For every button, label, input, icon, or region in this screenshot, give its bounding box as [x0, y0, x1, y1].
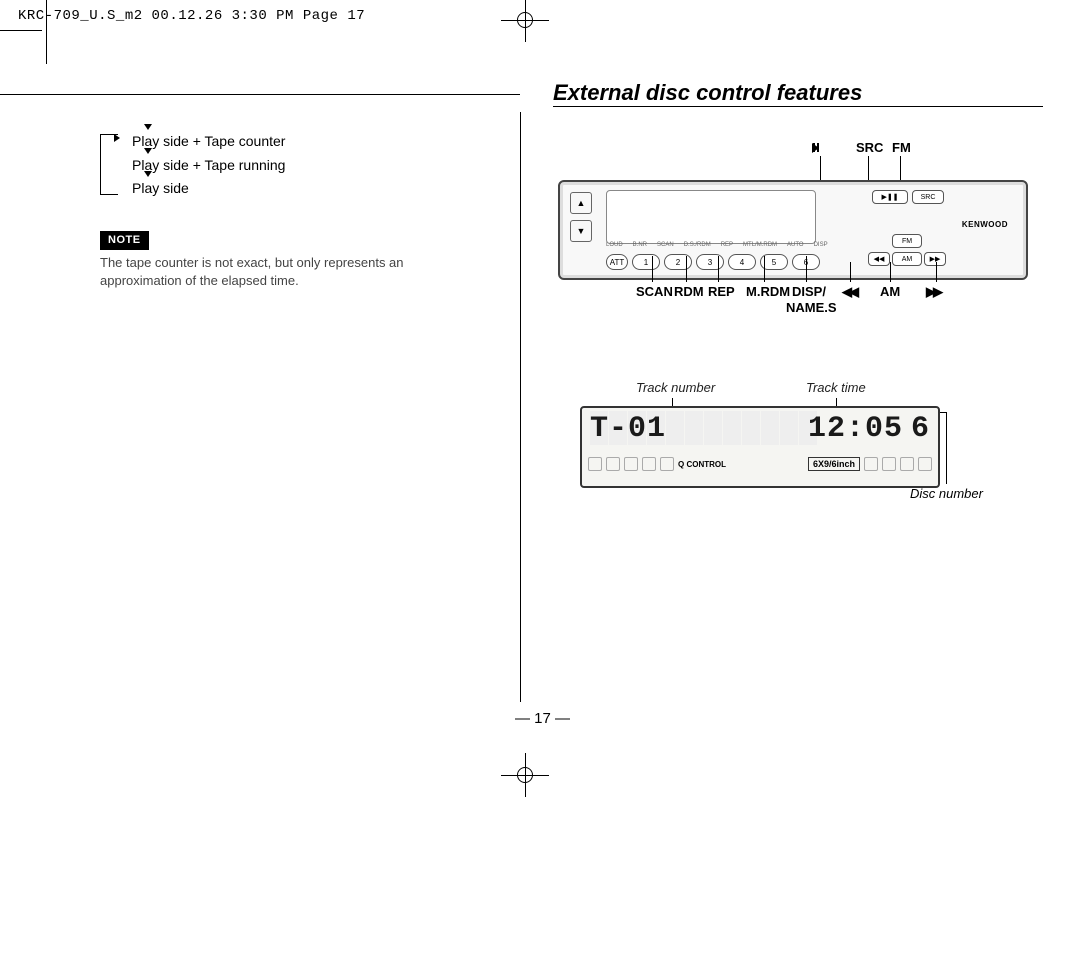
cycle-diagram: Play side + Tape counter Play side + Tap…: [100, 130, 480, 201]
track-number-value: T-01: [590, 412, 666, 446]
disc-number-label: Disc number: [910, 486, 983, 501]
indicator-icon: [882, 457, 896, 471]
cycle-item: Play side + Tape counter: [126, 130, 480, 154]
indicator-icon: [900, 457, 914, 471]
note-badge: NOTE: [100, 231, 149, 250]
down-button-icon: ▼: [570, 220, 592, 242]
q-control-label: Q CONTROL: [678, 460, 726, 469]
doc-header: KRC-709_U.S_m2 00.12.26 3:30 PM Page 17: [18, 8, 365, 24]
track-time-label: Track time: [806, 380, 866, 395]
preset-button: 2: [664, 254, 692, 270]
indicator-icon: [624, 457, 638, 471]
indicator-icon: [606, 457, 620, 471]
fm-button-icon: FM: [892, 234, 922, 248]
preset-button: 1: [632, 254, 660, 270]
column-divider: [520, 112, 521, 702]
crop-mark: [46, 0, 47, 64]
lcd-display: ████████████ T-01 12:05 6 Q CONTROL 6X9/…: [580, 406, 940, 488]
callout-names: NAME.S: [786, 300, 837, 315]
cycle-item: Play side + Tape running: [126, 154, 480, 178]
indicator-icon: [588, 457, 602, 471]
indicator-icon: [660, 457, 674, 471]
att-button-icon: ATT: [606, 254, 628, 270]
stereo-lcd: [606, 190, 816, 244]
cycle-item: Play side: [126, 177, 480, 201]
disc-number-value: 6: [911, 412, 930, 446]
track-number-label: Track number: [636, 380, 715, 395]
car-stereo-faceplate-icon: ▲ ▼ LOUDB.NR SCAND.S./RDM REPMTL/M.RDM A…: [558, 180, 1028, 280]
page-number: — 17 —: [0, 710, 1085, 727]
am-button-icon: AM: [892, 252, 922, 266]
note-text: The tape counter is not exact, but only …: [100, 254, 480, 290]
section-title: External disc control features: [553, 80, 1043, 107]
callout-rep: REP: [708, 284, 735, 299]
horizontal-rule: [0, 94, 520, 95]
callout-fwd-icon: ▶▶: [926, 284, 940, 300]
callout-rdm: RDM: [674, 284, 704, 299]
callout-am: AM: [880, 284, 900, 299]
track-time-value: 12:05: [808, 412, 903, 446]
src-button-icon: SRC: [912, 190, 944, 204]
up-button-icon: ▲: [570, 192, 592, 214]
callout-mrdm: M.RDM: [746, 284, 790, 299]
indicator-icon: [642, 457, 656, 471]
callout-rew-icon: ◀◀: [842, 284, 856, 300]
callout-line: [940, 412, 946, 413]
callout-scan: SCAN: [636, 284, 673, 299]
callout-disp: DISP/: [792, 284, 826, 299]
preset-button: 3: [696, 254, 724, 270]
note-block: NOTE The tape counter is not exact, but …: [100, 229, 480, 291]
speaker-size-badge: 6X9/6inch: [808, 457, 860, 471]
rew-button-icon: ◀◀: [868, 252, 890, 266]
play-pause-src-button-icon: ▶❚❚: [872, 190, 908, 204]
fwd-button-icon: ▶▶: [924, 252, 946, 266]
callout-line: [946, 412, 947, 484]
indicator-icon: [864, 457, 878, 471]
crop-mark: [0, 30, 42, 31]
brand-logo: KENWOOD: [962, 220, 1008, 229]
indicator-icon: [918, 457, 932, 471]
callout-fm: FM: [892, 140, 911, 155]
preset-button: 4: [728, 254, 756, 270]
callout-src: SRC: [856, 140, 883, 155]
